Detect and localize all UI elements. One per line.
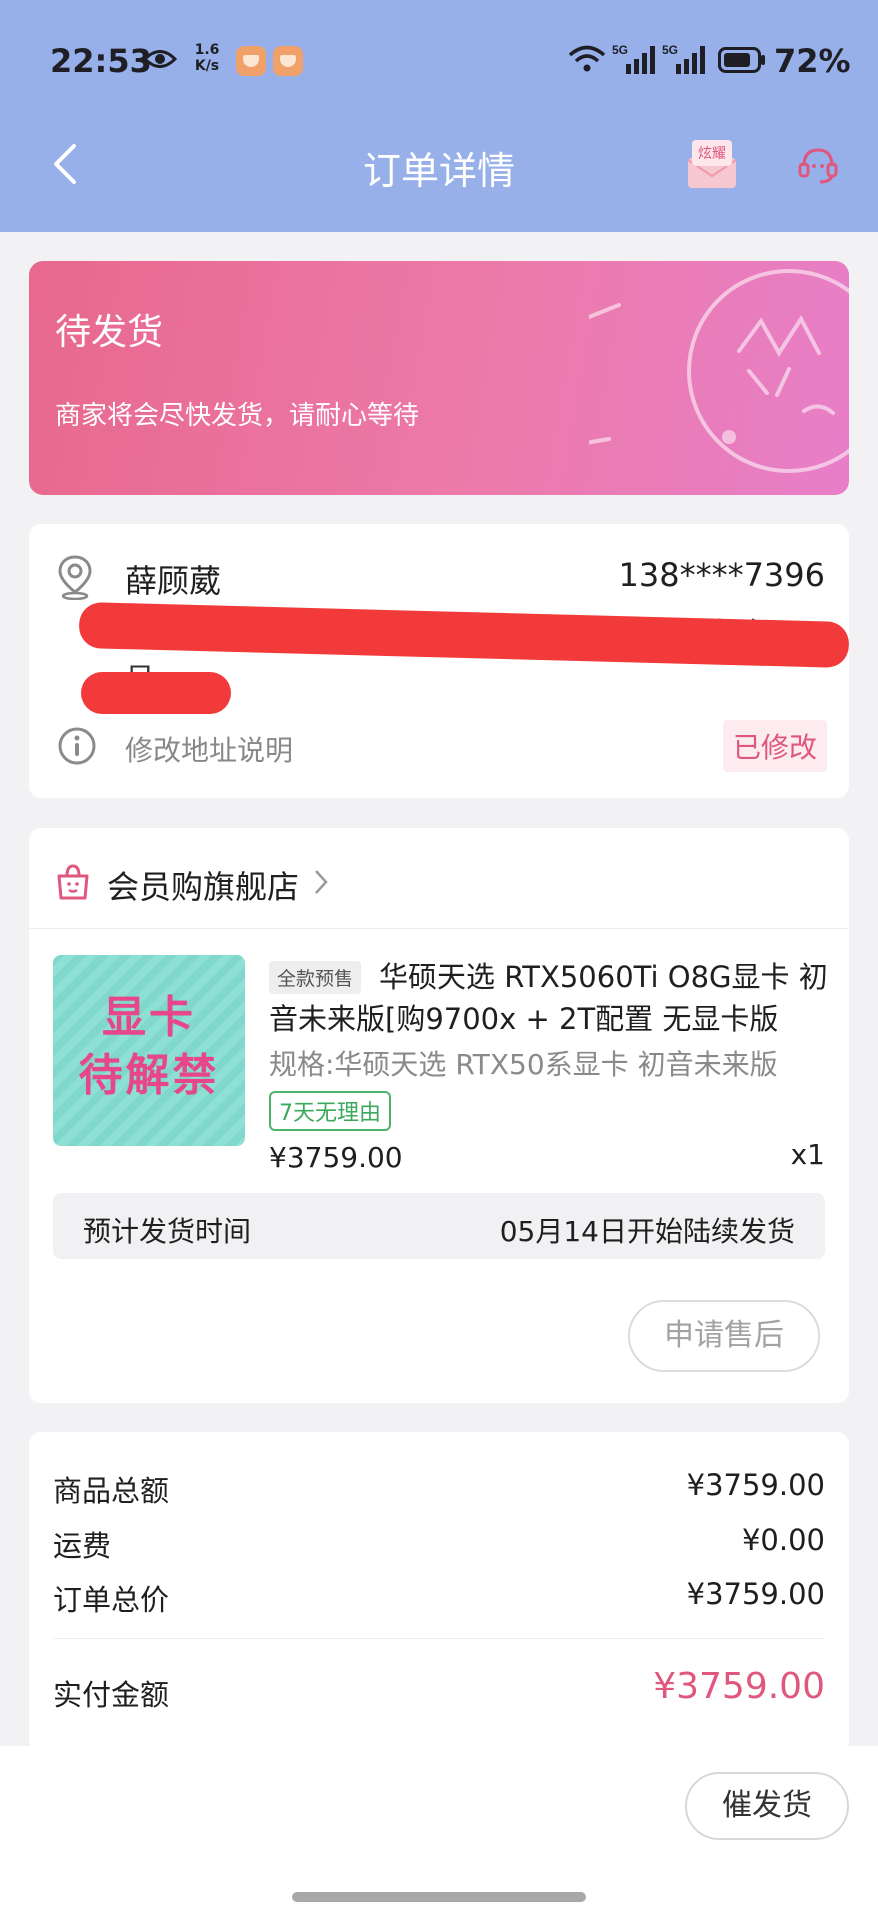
mascot-illustration <box>589 269 849 473</box>
battery-percent: 72% <box>774 42 851 80</box>
goods-total-value: ¥3759.00 <box>686 1468 825 1502</box>
wifi-icon <box>568 45 606 72</box>
share-showoff-icon[interactable]: 炫耀 <box>684 136 740 192</box>
shop-bag-icon <box>57 864 89 900</box>
modify-address-note[interactable]: 修改地址说明 <box>125 729 293 769</box>
status-bar: 22:53 1.6 K/s 5G 5G 72% <box>0 30 878 90</box>
order-status-description: 商家将会尽快发货，请耐心等待 <box>55 401 420 431</box>
customer-service-icon[interactable] <box>796 144 840 186</box>
apply-aftersale-button[interactable]: 申请售后 <box>628 1300 820 1372</box>
order-status-title: 待发货 <box>55 312 164 353</box>
product-price: ¥3759.00 <box>269 1141 403 1174</box>
shipping-fee-label: 运费 <box>53 1529 112 1563</box>
status-time: 22:53 <box>50 42 152 80</box>
eye-icon <box>143 50 177 68</box>
paid-amount-value: ¥3759.00 <box>653 1666 825 1707</box>
order-total-label: 订单总价 <box>53 1583 170 1617</box>
urge-shipment-button[interactable]: 催发货 <box>685 1772 849 1840</box>
net-speed: 1.6 K/s <box>190 42 224 74</box>
divider <box>53 1638 825 1639</box>
net-speed-unit: K/s <box>194 58 220 74</box>
order-status-card: 待发货 商家将会尽快发货，请耐心等待 <box>29 261 849 495</box>
home-indicator[interactable] <box>292 1892 586 1902</box>
redaction-mark <box>81 672 231 714</box>
share-label: 炫耀 <box>698 146 726 162</box>
order-card: 会员购旗舰店 显卡 待解禁 华硕天选 RTX5060Ti O8G显卡 初音未来版… <box>29 828 849 1403</box>
header: 22:53 1.6 K/s 5G 5G 72% 订单详情 炫耀 <box>0 0 878 232</box>
page-title: 订单详情 <box>362 149 515 193</box>
paid-amount-label: 实付金额 <box>53 1678 170 1712</box>
battery-icon <box>718 47 765 73</box>
product-thumbnail[interactable]: 显卡 待解禁 <box>53 955 245 1146</box>
nav-bar: 订单详情 炫耀 <box>0 118 878 210</box>
modified-badge: 已修改 <box>722 720 827 772</box>
product-quantity: x1 <box>790 1138 825 1171</box>
signal-icon: 5G <box>662 43 705 74</box>
goods-total-label: 商品总额 <box>53 1474 170 1508</box>
signal-icon: 5G <box>612 43 655 74</box>
app-notification-icon <box>236 46 266 76</box>
recipient-phone: 138****7396 <box>618 556 825 594</box>
price-summary-card: 商品总额 ¥3759.00 运费 ¥0.00 订单总价 ¥3759.00 实付金… <box>29 1432 849 1752</box>
signal-label: 5G <box>612 43 628 57</box>
net-speed-value: 1.6 <box>194 42 220 58</box>
divider <box>29 928 849 929</box>
location-pin-icon <box>58 555 92 600</box>
thumbnail-text: 显卡 <box>102 992 196 1043</box>
product-spec: 规格:华硕天选 RTX50系显卡 初音未来版 <box>269 1048 778 1081</box>
shipping-label: 预计发货时间 <box>83 1215 252 1248</box>
presale-tag: 全款预售 <box>269 961 362 994</box>
bottom-action-bar: 催发货 <box>0 1746 878 1920</box>
shop-name[interactable]: 会员购旗舰店 <box>107 862 299 908</box>
thumbnail-text: 待解禁 <box>78 1050 220 1101</box>
estimated-shipping-row: 预计发货时间 05月14日开始陆续发货 <box>53 1193 825 1259</box>
info-icon <box>58 727 96 765</box>
order-total-value: ¥3759.00 <box>686 1577 825 1611</box>
return-policy-tag: 7天无理由 <box>269 1091 391 1131</box>
chevron-right-icon[interactable] <box>313 868 329 896</box>
shipping-fee-value: ¥0.00 <box>741 1523 825 1557</box>
recipient-name: 薛顾葳 <box>125 562 222 600</box>
shipping-value: 05月14日开始陆续发货 <box>499 1215 795 1248</box>
address-card[interactable]: 薛顾葳 138****7396 江苏省南通市如东县 南通市如东县掘港镇掘中路36… <box>29 524 850 798</box>
app-notification-icon <box>273 46 303 76</box>
signal-label: 5G <box>662 43 678 57</box>
